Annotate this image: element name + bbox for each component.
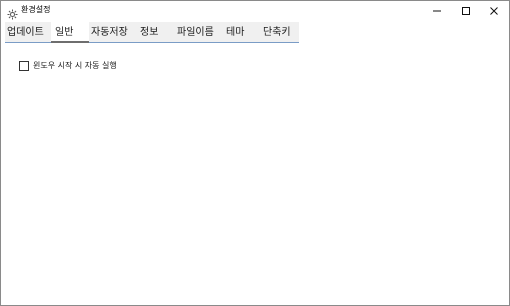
tab-bar: 업데이트 일반 자동저장 정보 파일이름 테마 단축키 [5, 22, 299, 43]
autostart-checkbox[interactable] [19, 61, 29, 71]
autostart-option[interactable]: 윈도우 시작 시 자동 실행 [19, 60, 117, 72]
active-tab-indicator [51, 41, 89, 43]
maximize-button[interactable] [451, 1, 481, 20]
title-bar[interactable]: 환경설정 [1, 1, 509, 20]
tab-update[interactable]: 업데이트 [7, 22, 44, 43]
tab-general[interactable]: 일반 [51, 22, 89, 43]
settings-window: 환경설정 업데이트 일반 자동저장 정보 파일이름 테마 단축키 윈도우 시작 [0, 0, 510, 306]
close-icon [489, 1, 499, 20]
minimize-icon [432, 1, 442, 20]
tab-strip-border [5, 42, 51, 43]
tab-shortcuts[interactable]: 단축키 [263, 22, 291, 43]
tab-filename[interactable]: 파일이름 [177, 22, 214, 43]
tab-autosave[interactable]: 자동저장 [91, 22, 128, 43]
minimize-button[interactable] [422, 1, 452, 20]
tab-info[interactable]: 정보 [140, 22, 158, 43]
maximize-icon [461, 1, 471, 20]
gear-icon [7, 5, 18, 20]
close-button[interactable] [479, 1, 509, 20]
tab-strip-border-right [89, 42, 299, 43]
tab-theme[interactable]: 테마 [226, 22, 244, 43]
autostart-label[interactable]: 윈도우 시작 시 자동 실행 [33, 60, 117, 72]
window-title: 환경설정 [21, 5, 51, 14]
